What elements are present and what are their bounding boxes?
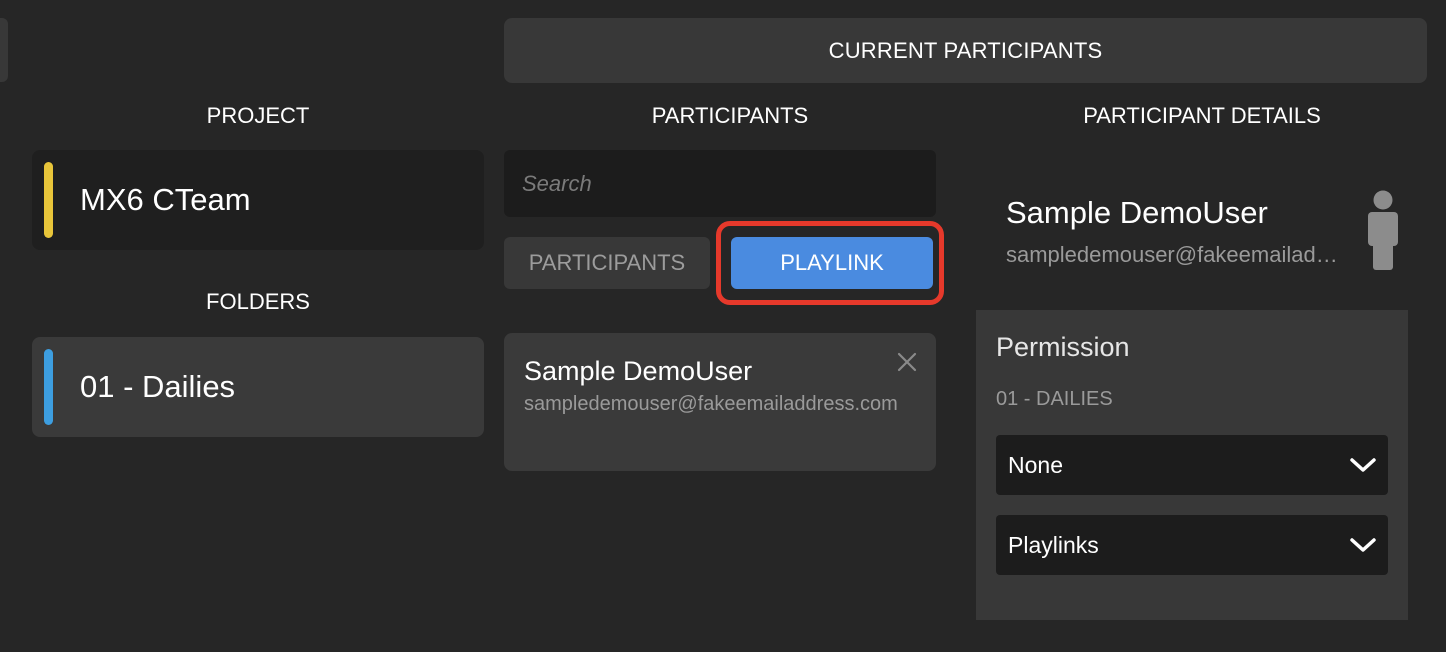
project-heading: PROJECT: [206, 103, 310, 128]
permission-select[interactable]: None: [996, 435, 1388, 495]
search-field: [504, 150, 936, 217]
project-name: MX6 CTeam: [80, 182, 251, 217]
permission-folder-label: 01 - DAILIES: [996, 388, 1113, 410]
participant-list-item[interactable]: Sample DemoUser sampledemouser@fakeemail…: [504, 333, 936, 471]
participant-email: sampledemouser@fakeemailaddress.com: [524, 393, 898, 415]
participants-heading: PARTICIPANTS: [651, 103, 809, 128]
tab-current-participants-label: CURRENT PARTICIPANTS: [828, 37, 1103, 63]
tab-current-participants[interactable]: CURRENT PARTICIPANTS: [504, 18, 1427, 83]
playlinks-select[interactable]: Playlinks: [996, 515, 1388, 575]
detail-participant-name: Sample DemoUser: [1006, 195, 1268, 230]
folder-name: 01 - Dailies: [80, 369, 236, 404]
folder-color-bar: [44, 349, 53, 425]
chevron-down-icon: [1350, 458, 1376, 472]
detail-participant-email: sampledemouser@fakeemailaddress.com: [1006, 242, 1346, 267]
playlinks-select-value: Playlinks: [1008, 531, 1099, 558]
permission-title: Permission: [996, 332, 1130, 362]
playlink-toggle-button[interactable]: PLAYLINK: [731, 237, 933, 289]
project-color-bar: [44, 162, 53, 238]
project-card[interactable]: MX6 CTeam: [32, 150, 484, 250]
chevron-down-icon: [1350, 538, 1376, 552]
permission-panel: Permission 01 - DAILIES None Playlinks: [976, 310, 1408, 620]
left-edge-tab[interactable]: [0, 18, 8, 82]
participant-details-heading: PARTICIPANT DETAILS: [1083, 103, 1321, 128]
participants-toggle-button[interactable]: PARTICIPANTS: [504, 237, 710, 289]
participants-toggle-label: PARTICIPANTS: [528, 250, 686, 275]
folder-card-dailies[interactable]: 01 - Dailies: [32, 337, 484, 437]
close-icon[interactable]: [896, 351, 918, 373]
participants-screen: CURRENT PARTICIPANTS PROJECT MX6 CTeam F…: [0, 0, 1446, 652]
folders-heading: FOLDERS: [206, 289, 310, 314]
person-icon: [1368, 190, 1398, 270]
participant-name: Sample DemoUser: [524, 356, 753, 386]
permission-select-value: None: [1008, 451, 1063, 478]
playlink-toggle-label: PLAYLINK: [780, 250, 884, 275]
search-input[interactable]: [520, 169, 920, 198]
